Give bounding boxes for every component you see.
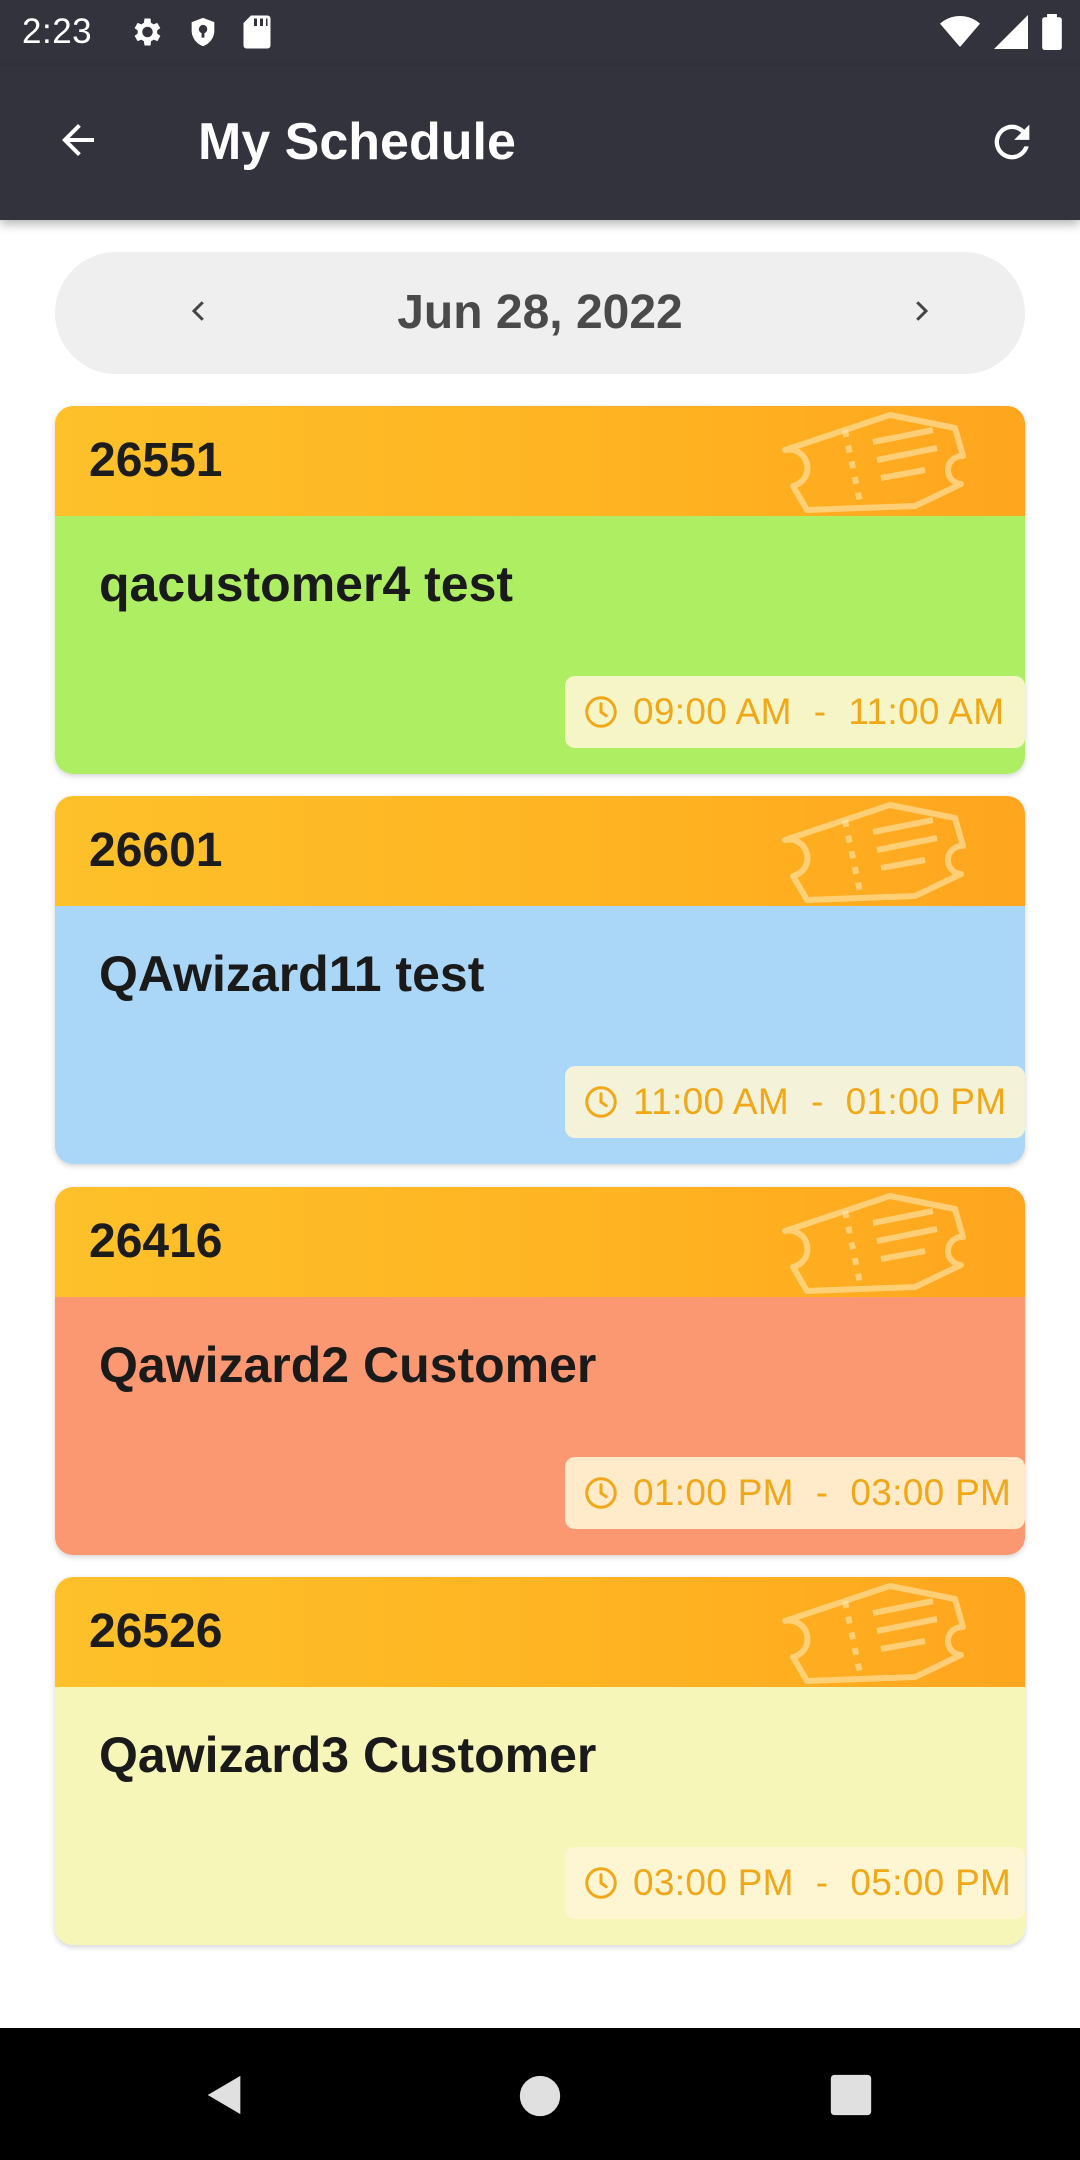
card-header: 26551 — [55, 406, 1025, 516]
clock-icon — [583, 1474, 621, 1512]
refresh-icon — [986, 116, 1038, 173]
customer-name: qacustomer4 test — [99, 556, 514, 612]
next-date-button[interactable] — [897, 289, 945, 337]
time-separator: - — [815, 1472, 829, 1513]
customer-name: Qawizard3 Customer — [99, 1727, 597, 1783]
clock-icon — [583, 1864, 621, 1902]
clock-icon — [583, 1083, 621, 1121]
time-range: 01:00 PM - 03:00 PM — [565, 1457, 1025, 1529]
time-end: 11:00 AM — [848, 691, 1005, 732]
ticket-icon — [765, 800, 975, 904]
time-end: 05:00 PM — [850, 1862, 1012, 1903]
time-range: 11:00 AM - 01:00 PM — [565, 1066, 1025, 1138]
time-start: 01:00 PM — [633, 1472, 794, 1513]
nav-recents-icon[interactable] — [829, 2073, 873, 2122]
time-separator: - — [815, 1862, 829, 1903]
card-body: qacustomer4 test 09:00 AM - 11:00 AM — [55, 516, 1025, 774]
time-start: 11:00 AM — [633, 1081, 789, 1122]
ticket-icon — [765, 410, 975, 514]
appointment-id: 26526 — [89, 1605, 223, 1658]
status-right-icons — [940, 14, 1062, 55]
appointment-card[interactable]: 26601 QAwizard11 test 11:00 AM - 01:00 P… — [55, 796, 1025, 1164]
card-body: Qawizard3 Customer 03:00 PM - 05:00 PM — [55, 1687, 1025, 1945]
card-header: 26526 — [55, 1577, 1025, 1687]
appointment-card[interactable]: 26551 qacustomer4 test 09:00 AM - 11:00 … — [55, 406, 1025, 774]
wifi-icon — [940, 15, 980, 54]
nav-back-icon[interactable] — [202, 2072, 248, 2123]
status-bar: 2:23 — [0, 0, 1080, 66]
card-header: 26416 — [55, 1187, 1025, 1297]
appointment-card[interactable]: 26416 Qawizard2 Customer 01:00 PM - 03:0… — [55, 1187, 1025, 1555]
refresh-button[interactable] — [980, 112, 1044, 176]
time-range: 09:00 AM - 11:00 AM — [565, 676, 1025, 748]
time-start: 09:00 AM — [633, 691, 792, 732]
current-date: Jun 28, 2022 — [397, 286, 683, 339]
arrow-left-icon — [54, 116, 102, 169]
back-button[interactable] — [48, 112, 108, 172]
battery-icon — [1042, 14, 1062, 55]
page-title: My Schedule — [198, 113, 516, 171]
card-body: Qawizard2 Customer 01:00 PM - 03:00 PM — [55, 1297, 1025, 1555]
ticket-icon — [765, 1581, 975, 1685]
date-navigator: Jun 28, 2022 — [55, 252, 1025, 374]
time-end: 01:00 PM — [845, 1081, 1007, 1122]
system-navigation-bar — [0, 2028, 1080, 2160]
customer-name: Qawizard2 Customer — [99, 1337, 597, 1393]
signal-icon — [994, 15, 1028, 54]
time-end: 03:00 PM — [850, 1472, 1012, 1513]
card-header: 26601 — [55, 796, 1025, 906]
ticket-icon — [765, 1191, 975, 1295]
chevron-right-icon — [906, 296, 936, 331]
app-bar: My Schedule — [0, 66, 1080, 220]
appointment-card[interactable]: 26526 Qawizard3 Customer 03:00 PM - 05:0… — [55, 1577, 1025, 1945]
clock-icon — [583, 693, 621, 731]
status-left-icons — [128, 14, 272, 55]
time-range: 03:00 PM - 05:00 PM — [565, 1847, 1025, 1919]
nav-home-icon[interactable] — [518, 2074, 562, 2123]
appointment-id: 26601 — [89, 824, 223, 877]
shield-icon — [186, 14, 220, 55]
appointment-id: 26551 — [89, 434, 223, 487]
time-start: 03:00 PM — [633, 1862, 794, 1903]
time-separator: - — [810, 1081, 824, 1122]
gear-icon — [128, 14, 164, 55]
time-separator: - — [813, 691, 827, 732]
card-body: QAwizard11 test 11:00 AM - 01:00 PM — [55, 906, 1025, 1164]
customer-name: QAwizard11 test — [99, 946, 485, 1002]
appointment-id: 26416 — [89, 1215, 223, 1268]
status-time: 2:23 — [22, 12, 93, 51]
sd-card-icon — [242, 14, 272, 55]
